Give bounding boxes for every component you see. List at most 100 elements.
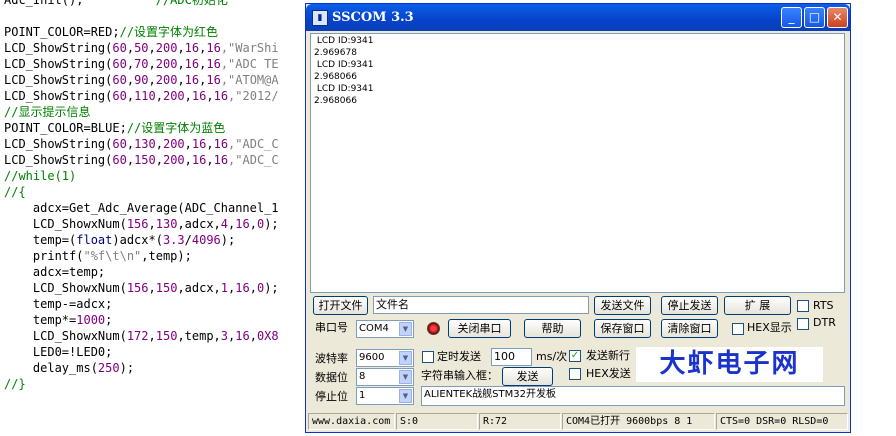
maximize-button[interactable]: □ xyxy=(804,7,825,28)
dtr-label: DTR xyxy=(813,316,836,329)
hex-display-label: HEX显示 xyxy=(747,321,792,334)
code-line: temp-=adcx; xyxy=(4,296,112,312)
port-value: COM4 xyxy=(359,323,389,334)
stop-send-button[interactable]: 停止发送 xyxy=(661,296,718,315)
close-port-button[interactable]: 关闭串口 xyxy=(448,319,511,338)
code-token: , xyxy=(155,89,163,103)
clear-window-button[interactable]: 清除窗口 xyxy=(661,319,718,338)
code-line: adcx=temp; xyxy=(4,264,105,280)
code-token: , xyxy=(155,137,163,151)
code-line: LCD_ShowString(60,50,200,16,16,"WarShi xyxy=(4,40,279,56)
code-token: 3 xyxy=(220,329,229,343)
send-newline-checkbox[interactable]: ✓ xyxy=(569,350,581,362)
code-token: ); xyxy=(119,361,135,375)
title-bar[interactable]: ▮ SSCOM 3.3 _ □ ✕ xyxy=(306,4,850,31)
save-window-button[interactable]: 保存窗口 xyxy=(594,319,651,338)
port-status-indicator-icon xyxy=(427,322,440,335)
code-token: 150 xyxy=(155,329,178,343)
code-token: 16 xyxy=(213,89,229,103)
rts-checkbox[interactable] xyxy=(797,300,809,312)
status-port-state: COM4已打开 9600bps 8 1 xyxy=(562,413,715,430)
code-token: , xyxy=(249,329,257,343)
timed-send-checkbox[interactable] xyxy=(422,351,434,363)
code-token: delay_ms( xyxy=(4,361,98,375)
baud-select[interactable]: 9600 ▼ xyxy=(356,349,414,367)
code-token: temp*= xyxy=(4,313,77,327)
code-token: 150 xyxy=(155,281,178,295)
code-line: //while(1) xyxy=(4,168,76,184)
code-line: LCD_ShowString(60,130,200,16,16,"ADC_C xyxy=(4,136,279,152)
status-received-count: R:72 xyxy=(479,413,561,430)
code-token: adcx=temp; xyxy=(4,265,106,279)
stopbits-select[interactable]: 1 ▼ xyxy=(356,387,414,405)
output-line: 2.968066 xyxy=(314,72,357,82)
output-line: LCD ID:9341 xyxy=(314,60,374,70)
code-line: //{ xyxy=(4,184,26,200)
code-token: 90 xyxy=(134,73,149,87)
code-editor[interactable]: Adc_Init(); //ADC初始化 POINT_COLOR=RED;//设置… xyxy=(0,0,310,436)
code-token: , xyxy=(184,137,192,151)
open-file-button[interactable]: 打开文件 xyxy=(313,296,368,315)
hex-display-checkbox[interactable] xyxy=(732,323,744,335)
code-token: )adcx*( xyxy=(112,233,163,247)
code-token: 130 xyxy=(134,137,156,151)
code-token: 16 xyxy=(213,153,229,167)
filename-field[interactable]: 文件名 xyxy=(373,296,589,314)
chevron-down-icon: ▼ xyxy=(399,351,412,365)
code-token: //} xyxy=(4,377,26,391)
code-token: LCD_ShowString( xyxy=(4,41,113,55)
code-token: ; xyxy=(105,313,113,327)
code-token: ,"WarShi xyxy=(220,41,279,55)
code-token: LED0=!LED0; xyxy=(4,345,113,359)
window-title: SSCOM 3.3 xyxy=(332,10,414,25)
code-token: //ADC初始化 xyxy=(155,0,228,7)
rts-label: RTS xyxy=(813,299,834,312)
databits-select[interactable]: 8 ▼ xyxy=(356,368,414,386)
code-token: 16 xyxy=(206,41,221,55)
minimize-button[interactable]: _ xyxy=(781,7,802,28)
status-site: www.daxia.com xyxy=(308,413,395,430)
help-button[interactable]: 帮助 xyxy=(524,319,581,338)
code-token: , xyxy=(249,281,257,295)
send-button[interactable]: 发送 xyxy=(502,367,553,386)
expand-button[interactable]: 扩 展 xyxy=(724,296,791,315)
code-token: printf( xyxy=(4,249,84,263)
code-line: LCD_ShowxNum(156,130,adcx,4,16,0); xyxy=(4,216,279,232)
code-token: LCD_ShowxNum( xyxy=(4,329,127,343)
code-token: ); xyxy=(264,281,279,295)
code-line: POINT_COLOR=RED;//设置字体为红色 xyxy=(4,24,218,40)
port-select[interactable]: COM4 ▼ xyxy=(356,320,414,338)
code-token: , xyxy=(126,89,135,103)
code-token: ,"ADC TE xyxy=(220,57,279,71)
code-token: ,"ADC_C xyxy=(228,153,279,167)
code-token: LCD_ShowxNum( xyxy=(4,281,127,295)
code-token: , xyxy=(184,89,192,103)
dtr-checkbox[interactable] xyxy=(797,318,809,330)
status-sent-count: S:0 xyxy=(396,413,478,430)
close-button[interactable]: ✕ xyxy=(827,7,848,28)
output-line: LCD ID:9341 xyxy=(314,36,374,46)
timed-send-label: 定时发送 xyxy=(437,350,481,363)
code-token: 110 xyxy=(134,89,156,103)
interval-field[interactable]: 100 xyxy=(491,348,532,366)
code-token: 156 xyxy=(126,281,149,295)
send-input-field[interactable]: ALIENTEK战舰STM32开发板 xyxy=(421,386,845,406)
code-token: , xyxy=(126,73,135,87)
send-file-button[interactable]: 发送文件 xyxy=(594,296,651,315)
code-token: 60 xyxy=(112,153,127,167)
hex-send-checkbox[interactable] xyxy=(569,368,581,380)
code-token: , xyxy=(126,57,135,71)
code-line: LCD_ShowString(60,110,200,16,16,"2012/ xyxy=(4,88,279,104)
code-token: ); xyxy=(264,217,279,231)
code-token: ,"2012/ xyxy=(228,89,279,103)
code-token: 16 xyxy=(191,137,207,151)
code-line: LCD_ShowString(60,150,200,16,16,"ADC_C xyxy=(4,152,279,168)
code-token: LCD_ShowxNum( xyxy=(4,217,127,231)
receive-output-area[interactable]: LCD ID:9341 2.969678 LCD ID:9341 2.968066 … xyxy=(310,33,845,293)
code-token: 16 xyxy=(206,57,221,71)
code-token: float xyxy=(76,233,113,247)
code-token: 60 xyxy=(112,57,127,71)
status-line-signals: CTS=0 DSR=0 RLSD=0 xyxy=(716,413,848,430)
code-token: 50 xyxy=(134,41,149,55)
code-token: , xyxy=(155,153,163,167)
